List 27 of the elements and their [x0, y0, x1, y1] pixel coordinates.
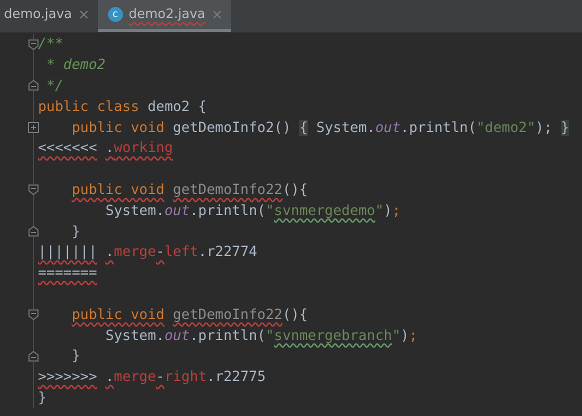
code-line: <<<<<<< .working: [38, 140, 173, 156]
close-icon[interactable]: ×: [78, 6, 90, 22]
fold-collapse-icon[interactable]: [28, 226, 39, 238]
editor-tab[interactable]: c demo2.java ×: [98, 0, 231, 32]
code-line: }: [70, 348, 80, 364]
code-line: =======: [38, 265, 98, 282]
code-line: public class demo2 {: [38, 98, 207, 115]
editor-tab[interactable]: demo.java ×: [0, 0, 98, 32]
code-line: ||||||| .merge-left.r22774: [38, 244, 258, 260]
code-line: public void getDemoInfo2() { System.out.println("demo2"); }: [70, 120, 570, 136]
fold-collapse-icon[interactable]: [28, 38, 39, 50]
code-line: public void getDemoInfo22(){: [70, 306, 308, 323]
code-line: >>>>>>> .merge-right.r22775: [38, 369, 266, 386]
fold-collapse-icon[interactable]: [28, 80, 39, 92]
code-line: * demo2: [45, 57, 106, 74]
fold-expand-icon[interactable]: [28, 122, 39, 134]
code-line: }: [70, 224, 80, 240]
code-line: System.out.println("svnmergedemo");: [104, 202, 401, 219]
code-line: public void getDemoInfo22(){: [70, 182, 308, 198]
fold-collapse-icon[interactable]: [28, 309, 39, 320]
code-line: System.out.println("svnmergebranch");: [104, 328, 418, 344]
fold-collapse-icon[interactable]: [28, 184, 39, 196]
class-icon: c: [108, 7, 123, 22]
code-line: */: [45, 78, 64, 94]
code-line: /**: [38, 36, 64, 52]
code-line: }: [38, 390, 46, 406]
fold-collapse-icon[interactable]: [28, 350, 39, 362]
